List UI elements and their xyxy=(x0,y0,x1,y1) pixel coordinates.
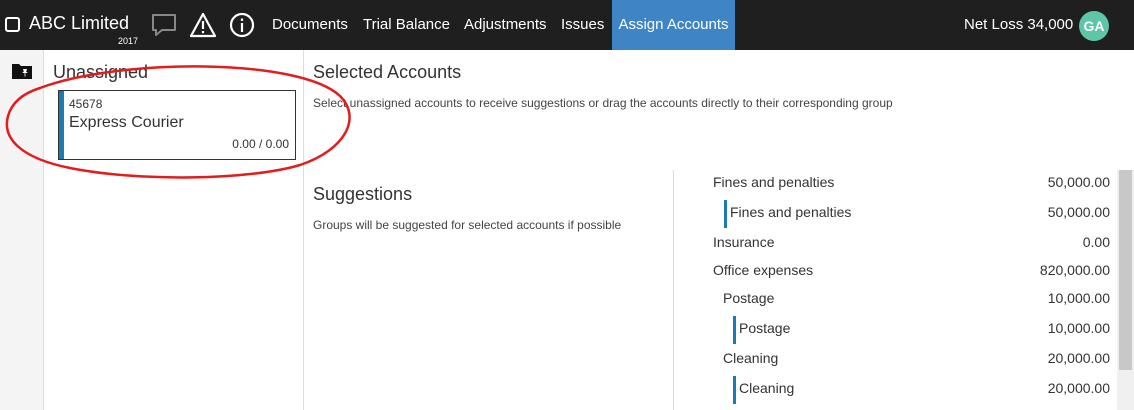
group-name: Postage xyxy=(739,320,791,336)
account-name: Express Courier xyxy=(69,114,184,131)
group-value: 820,000.00 xyxy=(1039,262,1110,278)
scrollbar-thumb[interactable] xyxy=(1119,170,1132,370)
unassigned-title: Unassigned xyxy=(53,62,149,82)
tab-documents[interactable]: Documents xyxy=(263,0,357,50)
group-name: Office expenses xyxy=(713,262,814,278)
chat-icon[interactable] xyxy=(149,10,179,40)
suggestions-hint: Groups will be suggested for selected ac… xyxy=(313,218,622,232)
account-balance: 0.00 / 0.00 xyxy=(232,137,289,151)
company-checkbox[interactable] xyxy=(5,17,20,32)
group-accent xyxy=(733,376,736,404)
group-value: 20,000.00 xyxy=(1047,380,1110,396)
top-bar: ABC Limited 2017 Documents Trial Balance… xyxy=(0,0,1134,50)
group-row[interactable]: Fines and penalties 50,000.00 xyxy=(674,200,1118,228)
group-accent xyxy=(724,200,727,228)
group-value: 50,000.00 xyxy=(1047,204,1110,220)
left-rail xyxy=(0,50,44,410)
group-name: Fines and penalties xyxy=(713,174,835,190)
info-icon[interactable] xyxy=(227,10,257,40)
company-year: 2017 xyxy=(118,36,139,46)
folder-pin-icon[interactable] xyxy=(11,62,33,80)
groups-list: Fines and penalties 50,000.00 Fines and … xyxy=(673,170,1117,410)
group-row[interactable]: Office expenses 820,000.00 xyxy=(674,258,1118,286)
avatar[interactable]: GA xyxy=(1079,11,1109,41)
group-value: 50,000.00 xyxy=(1047,174,1110,190)
suggestions-title: Suggestions xyxy=(313,184,413,204)
groups-scrollbar[interactable] xyxy=(1117,170,1134,410)
group-name: Cleaning xyxy=(723,350,779,366)
group-value: 0.00 xyxy=(1082,234,1110,250)
tab-trial-balance[interactable]: Trial Balance xyxy=(354,0,459,50)
account-number: 45678 xyxy=(69,97,103,111)
group-row[interactable]: Insurance 0.00 xyxy=(674,230,1118,258)
group-row[interactable]: Postage 10,000.00 xyxy=(674,316,1118,344)
unassigned-panel: Unassigned 45678 Express Courier 0.00 / … xyxy=(45,50,304,410)
tab-issues[interactable]: Issues xyxy=(552,0,613,50)
group-name: Fines and penalties xyxy=(730,204,852,220)
group-row[interactable]: Cleaning 20,000.00 xyxy=(674,346,1118,374)
account-card[interactable]: 45678 Express Courier 0.00 / 0.00 xyxy=(58,90,296,160)
tab-adjustments[interactable]: Adjustments xyxy=(455,0,556,50)
group-value: 10,000.00 xyxy=(1047,290,1110,306)
warning-icon[interactable] xyxy=(188,10,218,40)
selected-accounts-hint: Select unassigned accounts to receive su… xyxy=(313,96,893,110)
group-name: Cleaning xyxy=(739,380,795,396)
account-card-accent xyxy=(59,91,64,159)
group-row[interactable]: Fines and penalties 50,000.00 xyxy=(674,170,1118,198)
group-name: Insurance xyxy=(713,234,775,250)
group-accent xyxy=(733,316,736,344)
net-loss-label: Net Loss 34,000 xyxy=(964,16,1074,33)
group-value: 20,000.00 xyxy=(1047,350,1110,366)
company-name[interactable]: ABC Limited xyxy=(29,13,129,34)
selected-accounts-title: Selected Accounts xyxy=(313,62,462,82)
group-row[interactable]: Postage 10,000.00 xyxy=(674,286,1118,314)
group-value: 10,000.00 xyxy=(1047,320,1110,336)
group-name: Postage xyxy=(723,290,775,306)
group-row[interactable]: Cleaning 20,000.00 xyxy=(674,376,1118,404)
tab-assign-accounts[interactable]: Assign Accounts xyxy=(612,0,735,50)
